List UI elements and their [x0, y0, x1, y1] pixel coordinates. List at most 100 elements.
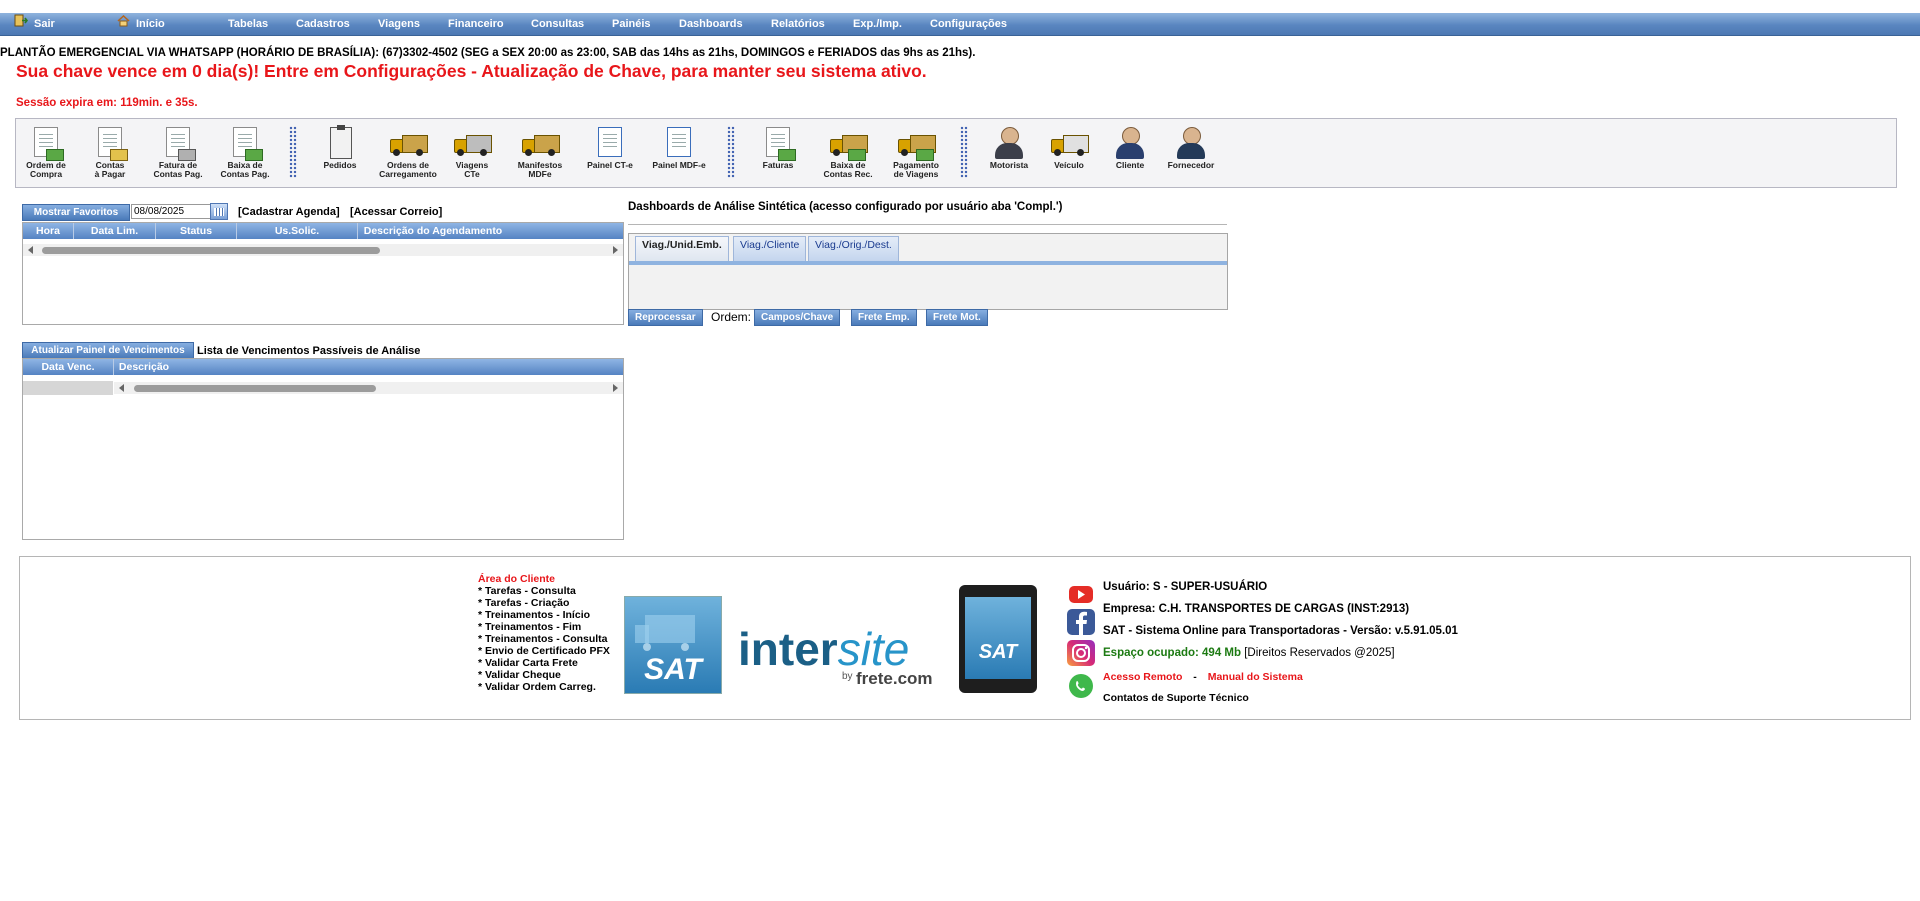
- link-tarefas-consulta[interactable]: * Tarefas - Consulta: [478, 585, 576, 597]
- suporte-links: Acesso Remoto - Manual do Sistema: [1103, 671, 1303, 683]
- acessar-correio-link[interactable]: [Acessar Correio]: [350, 206, 442, 218]
- link-treinamentos-consulta[interactable]: * Treinamentos - Consulta: [478, 633, 608, 645]
- tab-viag-cliente[interactable]: Viag./Cliente: [733, 236, 807, 261]
- scroll-thumb[interactable]: [134, 385, 376, 392]
- ordem-label: Ordem:: [711, 310, 752, 324]
- menu-sair[interactable]: Sair: [14, 13, 55, 35]
- menu-inicio-label: Início: [136, 18, 165, 30]
- col-status[interactable]: Status: [156, 223, 237, 239]
- link-tarefas-criacao[interactable]: * Tarefas - Criação: [478, 597, 569, 609]
- tablet-sat-text: SAT: [978, 641, 1018, 663]
- col-data-lim[interactable]: Data Lim.: [74, 223, 156, 239]
- tb-painel-cte[interactable]: Painel CT-e: [582, 125, 638, 170]
- orders-clipboard-icon: [320, 125, 360, 161]
- agenda-horizontal-scrollbar[interactable]: [23, 244, 623, 256]
- tb-viagens-cte-label: Viagens CTe: [455, 160, 489, 179]
- usuario-info: Usuário: S - SUPER-USUÁRIO: [1103, 581, 1268, 593]
- scroll-left-icon[interactable]: [28, 246, 33, 254]
- calendar-icon[interactable]: [210, 203, 228, 220]
- tb-ordens-carregamento[interactable]: Ordens de Carregamento: [378, 125, 438, 179]
- tb-manifestos-mdfe[interactable]: Manifestos MDFe: [514, 125, 566, 179]
- menu-dashboards[interactable]: Dashboards: [679, 13, 743, 35]
- menu-paineis[interactable]: Painéis: [612, 13, 651, 35]
- tb-painel-mdfe[interactable]: Painel MDF-e: [649, 125, 709, 170]
- ordem-frete-mot-button[interactable]: Frete Mot.: [926, 309, 988, 326]
- menu-inicio[interactable]: Início: [117, 13, 165, 35]
- tab-viag-unid-emb[interactable]: Viag./Unid.Emb.: [635, 236, 729, 261]
- contatos-suporte-link[interactable]: Contatos de Suporte Técnico: [1103, 692, 1249, 704]
- menu-cadastros[interactable]: Cadastros: [296, 13, 350, 35]
- ordem-frete-emp-button[interactable]: Frete Emp.: [851, 309, 917, 326]
- menu-configuracoes[interactable]: Configurações: [930, 13, 1007, 35]
- link-envio-certificado[interactable]: * Envio de Certificado PFX: [478, 645, 610, 657]
- tb-viagens-cte[interactable]: Viagens CTe: [448, 125, 496, 179]
- scroll-right-icon[interactable]: [613, 246, 618, 254]
- menu-consultas[interactable]: Consultas: [531, 13, 584, 35]
- menu-viagens[interactable]: Viagens: [378, 13, 420, 35]
- scroll-left-icon[interactable]: [119, 384, 124, 392]
- cadastrar-agenda-link[interactable]: [Cadastrar Agenda]: [238, 206, 340, 218]
- tab-viag-orig-dest[interactable]: Viag./Orig./Dest.: [808, 236, 899, 261]
- instagram-icon[interactable]: [1067, 640, 1095, 666]
- tb-pedidos[interactable]: Pedidos: [316, 125, 364, 170]
- link-treinamentos-inicio[interactable]: * Treinamentos - Início: [478, 609, 590, 621]
- link-treinamentos-fim[interactable]: * Treinamentos - Fim: [478, 621, 581, 633]
- tb-painel-cte-label: Painel CT-e: [587, 160, 633, 170]
- facebook-icon[interactable]: [1067, 609, 1095, 635]
- link-validar-carta-frete[interactable]: * Validar Carta Frete: [478, 657, 578, 669]
- col-us-solic[interactable]: Us.Solic.: [237, 223, 358, 239]
- intersite-inter: inter: [738, 623, 838, 675]
- tb-baixa-contas-pag[interactable]: Baixa de Contas Pag.: [219, 125, 271, 179]
- col-descricao[interactable]: Descrição: [114, 359, 174, 375]
- col-hora[interactable]: Hora: [23, 223, 74, 239]
- col-descricao-agendamento[interactable]: Descrição do Agendamento: [358, 223, 508, 239]
- youtube-icon[interactable]: [1067, 581, 1095, 607]
- tb-pagamento-viagens[interactable]: Pagamento de Viagens: [888, 125, 944, 179]
- agenda-date-input[interactable]: [131, 204, 213, 219]
- menu-tabelas[interactable]: Tabelas: [228, 13, 268, 35]
- supplier-icon: [1171, 125, 1211, 161]
- reprocessar-button[interactable]: Reprocessar: [628, 309, 703, 326]
- client-icon: [1110, 125, 1150, 161]
- acesso-remoto-link[interactable]: Acesso Remoto: [1103, 671, 1182, 683]
- scroll-thumb[interactable]: [42, 247, 380, 254]
- tb-cliente[interactable]: Cliente: [1105, 125, 1155, 170]
- payables-icon: [90, 125, 130, 161]
- atualizar-vencimentos-button[interactable]: Atualizar Painel de Vencimentos: [22, 342, 194, 359]
- whatsapp-icon[interactable]: [1067, 673, 1095, 699]
- driver-icon: [989, 125, 1029, 161]
- link-validar-ordem-carreg[interactable]: * Validar Ordem Carreg.: [478, 681, 596, 693]
- tb-veiculo[interactable]: Veículo: [1044, 125, 1094, 170]
- ordem-campos-chave-button[interactable]: Campos/Chave: [754, 309, 841, 326]
- tb-fornecedor[interactable]: Fornecedor: [1165, 125, 1217, 170]
- tb-motorista-label: Motorista: [989, 160, 1029, 170]
- col-data-venc[interactable]: Data Venc.: [23, 359, 114, 375]
- menu-exp-imp[interactable]: Exp./Imp.: [853, 13, 902, 35]
- tb-fatura-contas-pag[interactable]: Fatura de Contas Pag.: [152, 125, 204, 179]
- exit-icon: [14, 13, 29, 35]
- tb-pedidos-label: Pedidos: [323, 160, 357, 170]
- link-validar-cheque[interactable]: * Validar Cheque: [478, 669, 561, 681]
- footer-panel: Área do Cliente * Tarefas - Consulta * T…: [19, 556, 1911, 720]
- manual-sistema-link[interactable]: Manual do Sistema: [1208, 671, 1303, 683]
- tb-ordem-compra[interactable]: Ordem de Compra: [22, 125, 70, 179]
- tb-faturas[interactable]: Faturas: [753, 125, 803, 170]
- invoices-icon: [758, 125, 798, 161]
- vehicle-icon: [1049, 125, 1089, 161]
- trip-payment-icon: [896, 125, 936, 161]
- versao-info: SAT - Sistema Online para Transportadora…: [1103, 625, 1458, 637]
- home-icon: [117, 13, 130, 35]
- trip-truck-icon: [452, 125, 492, 161]
- vencimentos-horizontal-scrollbar[interactable]: [114, 382, 623, 394]
- tb-baixa-contas-rec[interactable]: Baixa de Contas Rec.: [820, 125, 876, 179]
- scroll-right-icon[interactable]: [613, 384, 618, 392]
- vencimentos-title: Lista de Vencimentos Passíveis de Anális…: [197, 345, 421, 357]
- menu-relatorios[interactable]: Relatórios: [771, 13, 825, 35]
- tb-motorista[interactable]: Motorista: [984, 125, 1034, 170]
- tb-contas-pagar[interactable]: Contas à Pagar: [86, 125, 134, 179]
- mostrar-favoritos-button[interactable]: Mostrar Favoritos: [22, 204, 130, 221]
- menu-financeiro[interactable]: Financeiro: [448, 13, 504, 35]
- toolbar-separator: [289, 126, 297, 178]
- tb-contas-pagar-label: Contas à Pagar: [94, 160, 126, 179]
- separator: -: [1193, 671, 1197, 683]
